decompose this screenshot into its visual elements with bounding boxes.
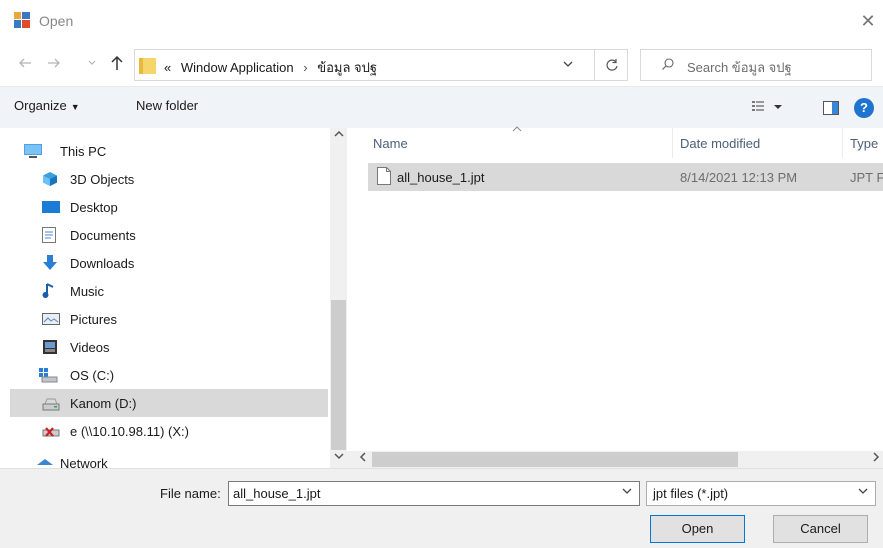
horizontal-scrollbar-thumb[interactable] — [372, 452, 738, 467]
column-divider[interactable] — [842, 128, 843, 158]
open-button[interactable]: Open — [650, 515, 745, 543]
window-title: Open — [39, 13, 74, 29]
file-type-select[interactable]: jpt files (*.jpt) — [646, 481, 876, 506]
nav-label: Documents — [70, 228, 136, 243]
app-form-icon — [14, 12, 30, 28]
nav-item-this-pc[interactable]: This PC — [10, 137, 328, 165]
nav-label: Desktop — [70, 200, 118, 215]
nav-label: Music — [70, 284, 104, 299]
nav-scrollbar-thumb[interactable] — [331, 300, 346, 450]
help-button[interactable]: ? — [854, 98, 874, 118]
videos-icon — [42, 339, 58, 355]
nav-label: OS (C:) — [70, 368, 115, 383]
title-bar — [0, 0, 883, 44]
view-options-icon[interactable] — [752, 100, 792, 116]
nav-item-music[interactable]: Music — [10, 277, 328, 305]
breadcrumb-item-window-application[interactable]: Window Application — [181, 60, 294, 75]
nav-label: This PC — [60, 144, 107, 159]
breadcrumb[interactable]: « Window Application › ข้อมูล จปฐ — [164, 57, 377, 78]
windows-drive-icon — [38, 367, 58, 383]
cancel-button[interactable]: Cancel — [773, 515, 868, 543]
dialog-footer — [0, 468, 883, 548]
caret-down-icon: ▼ — [70, 102, 80, 112]
file-name-label: File name: — [160, 486, 221, 501]
nav-item-pictures[interactable]: Pictures — [10, 305, 328, 333]
nav-label: 3D Objects — [70, 172, 135, 187]
folder-icon — [139, 57, 156, 75]
navigation-pane: This PC 3D Objects Desktop Documents Dow… — [0, 128, 345, 468]
music-icon — [42, 283, 58, 299]
nav-item-3d-objects[interactable]: 3D Objects — [10, 165, 328, 193]
file-name-dropdown-chevron-icon[interactable] — [620, 487, 634, 501]
column-header-type[interactable]: Type — [850, 136, 878, 151]
desktop-icon — [42, 199, 60, 215]
file-name-input[interactable] — [228, 481, 640, 506]
download-icon — [42, 255, 58, 271]
forward-arrow-icon[interactable] — [44, 55, 64, 75]
documents-icon — [42, 227, 58, 243]
nav-label: e (\\10.10.98.11) (X:) — [70, 424, 189, 439]
back-arrow-icon[interactable] — [15, 55, 35, 75]
refresh-icon[interactable] — [594, 50, 628, 80]
scroll-right-arrow-icon[interactable] — [872, 451, 883, 468]
breadcrumb-overflow[interactable]: « — [164, 60, 171, 75]
scroll-up-arrow-icon[interactable] — [330, 130, 347, 146]
nav-label: Downloads — [70, 256, 135, 271]
nav-item-kanom-d[interactable]: Kanom (D:) — [10, 389, 328, 417]
cube-icon — [42, 171, 58, 187]
nav-label: Kanom (D:) — [70, 396, 137, 411]
nav-item-downloads[interactable]: Downloads — [10, 249, 328, 277]
command-toolbar — [0, 86, 883, 128]
close-button[interactable]: ✕ — [858, 11, 878, 31]
up-arrow-icon[interactable] — [107, 55, 127, 75]
file-type-dropdown-chevron-icon[interactable] — [856, 487, 870, 501]
address-dropdown-chevron-icon[interactable] — [560, 58, 576, 74]
pictures-icon — [42, 311, 60, 327]
nav-item-documents[interactable]: Documents — [10, 221, 328, 249]
preview-pane-icon[interactable] — [823, 101, 839, 115]
organize-button[interactable]: Organize ▼ — [14, 98, 80, 113]
computer-icon — [24, 143, 42, 159]
file-icon — [377, 167, 391, 185]
file-type: JPT File — [850, 170, 883, 185]
nav-label: Network — [60, 456, 108, 468]
file-date-modified: 8/14/2021 12:13 PM — [680, 170, 798, 185]
drive-icon — [42, 395, 60, 411]
organize-label: Organize — [14, 98, 67, 113]
search-icon — [661, 57, 675, 71]
nav-item-network-drive-x[interactable]: e (\\10.10.98.11) (X:) — [10, 417, 328, 445]
recent-locations-chevron-icon[interactable] — [82, 55, 102, 75]
column-header-date-modified[interactable]: Date modified — [680, 136, 760, 151]
nav-label: Pictures — [70, 312, 117, 327]
nav-item-videos[interactable]: Videos — [10, 333, 328, 361]
new-folder-button[interactable]: New folder — [136, 98, 198, 113]
breadcrumb-item-current-folder[interactable]: ข้อมูล จปฐ — [317, 60, 377, 75]
nav-item-os-c[interactable]: OS (C:) — [10, 361, 328, 389]
nav-item-network[interactable]: Network — [10, 449, 328, 468]
breadcrumb-separator[interactable]: › — [303, 60, 307, 75]
scroll-left-arrow-icon[interactable] — [355, 451, 371, 468]
network-drive-disconnected-icon — [42, 423, 60, 439]
column-header-name[interactable]: Name — [373, 136, 408, 151]
search-placeholder[interactable]: Search ข้อมูล จปฐ — [687, 57, 792, 78]
file-name[interactable]: all_house_1.jpt — [397, 170, 484, 185]
nav-label: Videos — [70, 340, 110, 355]
scroll-down-arrow-icon[interactable] — [330, 452, 347, 468]
nav-item-desktop[interactable]: Desktop — [10, 193, 328, 221]
column-divider[interactable] — [672, 128, 673, 158]
sort-ascending-icon — [512, 124, 522, 134]
network-icon — [34, 455, 53, 468]
